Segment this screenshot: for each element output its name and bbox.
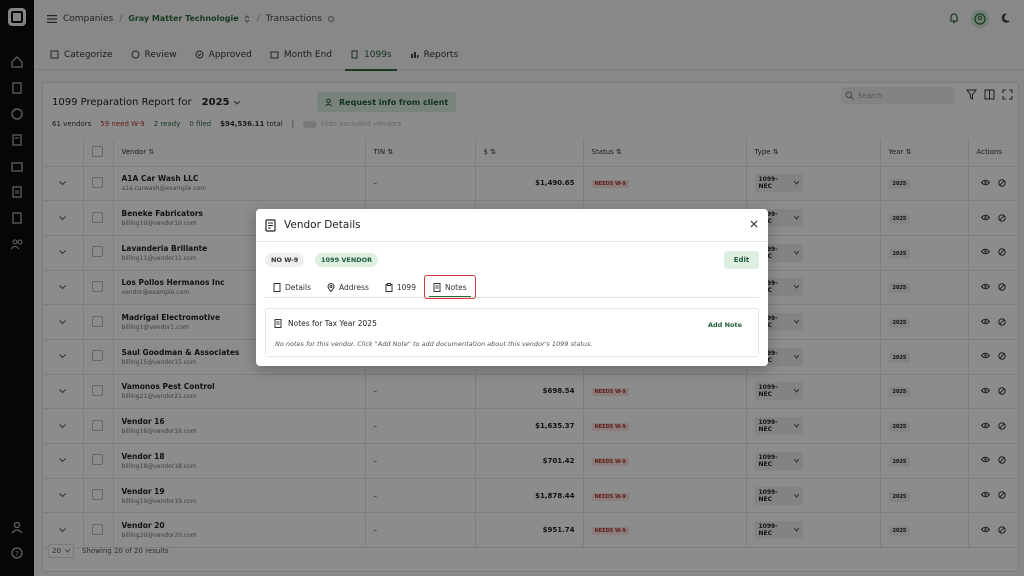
modal-header: Vendor Details [256,209,768,242]
modal-tabs: Details Address 1099 Notes [265,275,759,299]
notes-panel: Notes for Tax Year 2025 Add Note No note… [265,308,759,357]
no-w9-badge: NO W-9 [265,253,305,267]
notes-icon [433,282,441,292]
tab-notes[interactable]: Notes [423,275,476,299]
notes-title: Notes for Tax Year 2025 [274,319,377,328]
document-icon [265,218,276,232]
notes-empty-message: No notes for this vendor. Click "Add Not… [275,340,593,348]
modal-title: Vendor Details [284,219,361,231]
close-icon[interactable] [750,220,758,228]
tab-address[interactable]: Address [319,277,377,298]
clipboard-icon [385,282,393,292]
add-note-button[interactable]: Add Note [708,321,742,329]
location-pin-icon [327,282,335,292]
tab-details[interactable]: Details [265,277,319,298]
vendor-details-modal: Vendor Details NO W-9 1099 VENDOR Edit D… [256,209,768,366]
notes-icon [274,319,282,328]
tab-1099[interactable]: 1099 [377,277,424,298]
vendor-1099-badge: 1099 VENDOR [315,253,379,267]
edit-button[interactable]: Edit [724,251,759,269]
document-icon [273,282,281,292]
